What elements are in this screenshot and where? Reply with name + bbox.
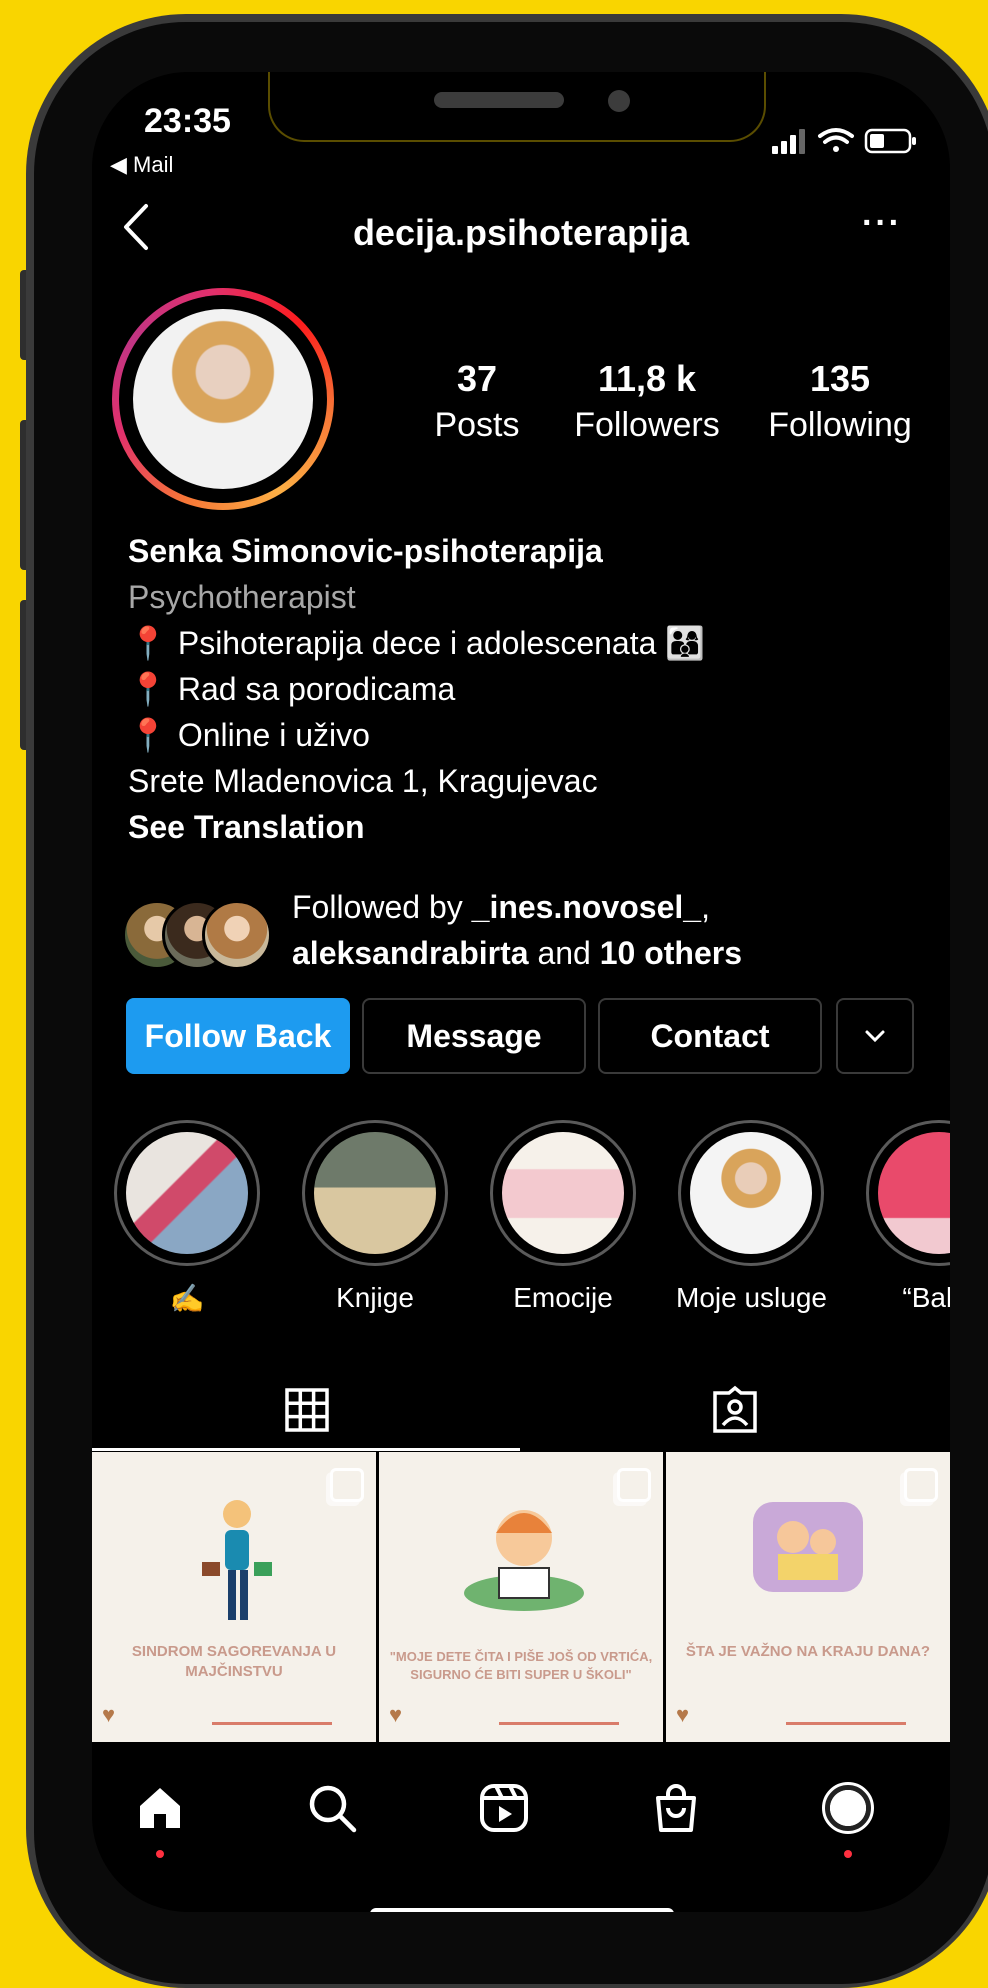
notification-dot xyxy=(844,1850,852,1858)
chevron-down-icon xyxy=(865,1030,885,1043)
post-thumbnail[interactable]: "MOJE DETE ČITA I PIŠE JOŠ OD VRTIĆA, SI… xyxy=(379,1452,663,1742)
bio-line: 📍 Rad sa porodicama xyxy=(128,671,456,707)
following-value: 135 xyxy=(809,358,871,399)
tab-active-indicator xyxy=(92,1448,520,1451)
suggested-users-button[interactable] xyxy=(836,998,914,1074)
arrow-decoration xyxy=(212,1722,332,1725)
post-caption: "MOJE DETE ČITA I PIŠE JOŠ OD VRTIĆA, SI… xyxy=(389,1649,653,1682)
highlight-label: Emocije xyxy=(513,1282,613,1313)
bio-line: 📍 Online i uživo xyxy=(128,717,370,753)
posts-value: 37 xyxy=(456,358,498,399)
child-reading-illustration xyxy=(464,1510,584,1611)
highlight-cover xyxy=(690,1132,812,1254)
shopping-bag-icon xyxy=(656,1784,696,1832)
following-label: Following xyxy=(768,406,912,444)
posts-count[interactable]: 37 Posts xyxy=(412,358,542,445)
highlight-label: “Baby xyxy=(902,1282,950,1313)
highlight-cover xyxy=(126,1132,248,1254)
arrow-decoration xyxy=(786,1722,906,1725)
carousel-icon xyxy=(904,1468,938,1502)
avatar xyxy=(822,1782,874,1834)
grid-icon xyxy=(285,1388,329,1432)
heart-icon: ♥ xyxy=(102,1702,116,1727)
home-tab[interactable] xyxy=(130,1778,190,1838)
mom-illustration xyxy=(202,1500,272,1620)
carousel-icon xyxy=(617,1468,651,1502)
search-icon xyxy=(309,1785,357,1833)
see-translation-link[interactable]: See Translation xyxy=(128,804,928,850)
reels-tab[interactable] xyxy=(474,1778,534,1838)
story-highlight[interactable]: Moje usluge xyxy=(676,1120,827,1314)
posts-label: Posts xyxy=(434,406,520,444)
home-icon xyxy=(140,1788,180,1828)
pin-icon: 📍 xyxy=(128,717,168,753)
bottom-tab-bar xyxy=(92,1754,950,1864)
profile-username: decija.psihoterapija xyxy=(352,212,690,253)
shop-tab[interactable] xyxy=(646,1778,706,1838)
profile-tab[interactable] xyxy=(818,1778,878,1838)
carousel-icon xyxy=(330,1468,364,1502)
mutual-followers-others[interactable]: 10 others xyxy=(600,935,742,971)
message-button[interactable]: Message xyxy=(362,998,586,1074)
tab-tagged[interactable] xyxy=(700,1380,770,1440)
highlight-label: ✍️ xyxy=(169,1283,205,1314)
profile-address[interactable]: Srete Mladenovica 1, Kragujevac xyxy=(128,758,928,804)
signal-icon xyxy=(772,129,805,154)
post-thumbnail[interactable]: ŠTA JE VAŽNO NA KRAJU DANA? ♥ xyxy=(666,1452,950,1742)
front-camera xyxy=(608,90,630,112)
notification-dot xyxy=(156,1850,164,1858)
mother-child-illustration xyxy=(753,1502,863,1592)
followers-count[interactable]: 11,8 k Followers xyxy=(562,358,732,445)
bio-line: 📍 Psihoterapija dece i adolescenata 👨‍👩‍👦 xyxy=(128,625,706,661)
pin-icon: 📍 xyxy=(128,625,168,661)
more-options-icon[interactable]: ··· xyxy=(862,204,902,243)
status-icons xyxy=(772,124,922,163)
battery-icon xyxy=(864,128,916,154)
earpiece-speaker xyxy=(434,92,564,108)
story-highlight[interactable]: “Baby xyxy=(864,1120,950,1314)
highlight-cover xyxy=(314,1132,436,1254)
reels-icon xyxy=(480,1784,528,1832)
notch xyxy=(268,72,766,142)
post-caption: ŠTA JE VAŽNO NA KRAJU DANA? xyxy=(685,1643,931,1660)
tab-posts-grid[interactable] xyxy=(272,1380,342,1440)
story-highlight[interactable]: Knjige xyxy=(300,1120,450,1314)
contact-button[interactable]: Contact xyxy=(598,998,822,1074)
profile-category: Psychotherapist xyxy=(128,579,356,615)
arrow-decoration xyxy=(499,1722,619,1725)
highlight-cover xyxy=(878,1132,950,1254)
heart-icon: ♥ xyxy=(389,1702,403,1727)
wifi-icon xyxy=(818,128,854,152)
search-tab[interactable] xyxy=(302,1778,362,1838)
followers-label: Followers xyxy=(574,406,720,444)
mutual-follower-1[interactable]: _ines.novosel_ xyxy=(472,889,701,925)
highlight-label: Knjige xyxy=(336,1282,414,1313)
tagged-person-icon xyxy=(713,1385,757,1433)
highlight-cover xyxy=(502,1132,624,1254)
status-time: 23:35 xyxy=(144,102,231,140)
bio-section: Senka Simonovic-psihoterapija Psychother… xyxy=(128,528,928,850)
avatar xyxy=(202,900,272,970)
mutual-followers-avatars[interactable] xyxy=(122,894,272,974)
posts-grid: SINDROM SAGOREVANJA U MAJČINSTVU ♥ "MOJE… xyxy=(92,1452,950,1742)
back-to-mail-link[interactable]: ◀ Mail xyxy=(110,152,173,178)
story-highlight[interactable]: Emocije xyxy=(488,1120,638,1314)
followed-by-text[interactable]: Followed by _ines.novosel_, aleksandrabi… xyxy=(292,884,742,976)
heart-icon: ♥ xyxy=(676,1702,690,1727)
home-indicator[interactable] xyxy=(370,1908,674,1912)
story-highlight[interactable]: ✍️ xyxy=(112,1120,262,1315)
following-count[interactable]: 135 Following xyxy=(760,358,920,445)
profile-avatar-story-ring[interactable] xyxy=(112,288,334,510)
avatar xyxy=(133,309,313,489)
followers-value: 11,8 k xyxy=(597,358,697,399)
phone-screen: 23:35 ◀ Mail decija.psihoterapija ··· 37… xyxy=(92,72,950,1912)
pin-icon: 📍 xyxy=(128,671,168,707)
post-caption: SINDROM SAGOREVANJA U MAJČINSTVU xyxy=(131,1643,337,1680)
mutual-follower-2[interactable]: aleksandrabirta xyxy=(292,935,529,971)
highlight-label: Moje usluge xyxy=(676,1282,827,1313)
follow-back-button[interactable]: Follow Back xyxy=(126,998,350,1074)
post-thumbnail[interactable]: SINDROM SAGOREVANJA U MAJČINSTVU ♥ xyxy=(92,1452,376,1742)
profile-name: Senka Simonovic-psihoterapija xyxy=(128,533,603,569)
